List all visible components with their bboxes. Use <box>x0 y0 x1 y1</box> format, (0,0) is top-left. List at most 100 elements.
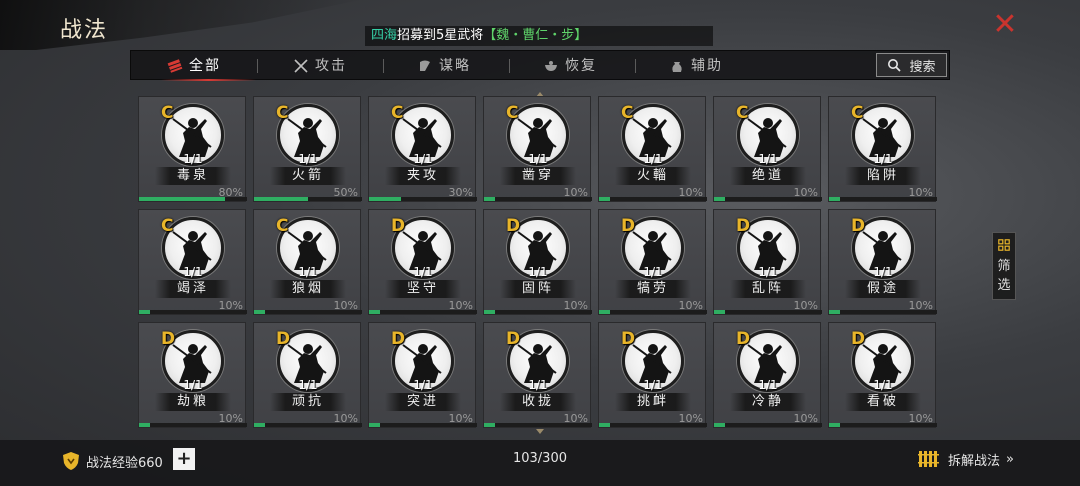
search-label: 搜索 <box>909 59 936 75</box>
skill-grade: C <box>621 103 634 123</box>
skill-grade: C <box>161 103 174 123</box>
skill-count-label: 1/1 <box>183 152 203 166</box>
skill-progress-fill <box>369 310 380 314</box>
skill-progress-fill <box>599 310 610 314</box>
skill-card[interactable]: C 1/1 夹攻 30% <box>368 96 477 202</box>
skill-progress-fill <box>829 197 840 201</box>
skill-progress-fill <box>484 423 495 427</box>
skill-card[interactable]: C 1/1 火輜 10% <box>598 96 707 202</box>
skill-card[interactable]: D 1/1 劫粮 10% <box>138 322 247 428</box>
skill-card[interactable]: C 1/1 凿穿 10% <box>483 96 592 202</box>
skill-card[interactable]: D 1/1 固阵 10% <box>483 209 592 315</box>
skill-name: 坚守 <box>385 280 461 298</box>
skill-grade: D <box>276 329 291 349</box>
skill-card[interactable]: D 1/1 乱阵 10% <box>713 209 822 315</box>
skill-count-label: 1/1 <box>873 152 893 166</box>
add-exp-button[interactable]: + <box>173 448 195 470</box>
skill-progress-fill <box>484 197 495 201</box>
skill-progress-fill <box>714 423 725 427</box>
tab-support[interactable]: 辅助 <box>669 51 723 81</box>
skill-card[interactable]: D 1/1 假途 10% <box>828 209 937 315</box>
tab-attack[interactable]: 攻击 <box>293 51 347 81</box>
brush-stroke-decoration <box>0 0 360 50</box>
skill-card[interactable]: D 1/1 突进 10% <box>368 322 477 428</box>
skill-card[interactable]: C 1/1 绝道 10% <box>713 96 822 202</box>
skill-card[interactable]: C 1/1 毒泉 80% <box>138 96 247 202</box>
skill-count-label: 1/1 <box>528 378 548 392</box>
skill-card[interactable]: C 1/1 竭泽 10% <box>138 209 247 315</box>
skill-count-label: 1/1 <box>873 378 893 392</box>
skill-progress-bar <box>714 197 822 201</box>
skill-progress-bar <box>139 310 247 314</box>
fan-icon <box>420 60 430 71</box>
skill-progress-bar <box>599 310 707 314</box>
skill-progress-fill <box>369 197 402 201</box>
tab-divider <box>635 59 636 73</box>
skill-count-label: 1/1 <box>758 378 778 392</box>
medicine-bowl-icon <box>545 61 557 71</box>
skill-grade: D <box>506 216 521 236</box>
skill-name: 犒劳 <box>615 280 691 298</box>
skill-count-label: 1/1 <box>528 152 548 166</box>
skill-count-label: 1/1 <box>298 152 318 166</box>
skill-progress-bar <box>829 310 937 314</box>
skill-card[interactable]: D 1/1 冷静 10% <box>713 322 822 428</box>
skill-progress-fill <box>599 423 610 427</box>
skill-grade: D <box>621 329 636 349</box>
skill-progress-fill <box>139 423 150 427</box>
marquee-hero: 【魏・曹仁・步】 <box>483 28 588 43</box>
tab-divider <box>509 59 510 73</box>
skill-grade: D <box>161 329 176 349</box>
skill-count-label: 1/1 <box>643 265 663 279</box>
skill-name: 冷静 <box>730 393 806 411</box>
skill-name: 火輜 <box>615 167 691 185</box>
skill-count-label: 1/1 <box>528 265 548 279</box>
skill-progress-fill <box>254 197 308 201</box>
skill-count-label: 1/1 <box>183 378 203 392</box>
skill-progress-fill <box>254 423 265 427</box>
tab-label: 全部 <box>189 58 221 74</box>
scroll-icon <box>167 59 183 73</box>
skill-name: 狼烟 <box>270 280 346 298</box>
tab-all[interactable]: 全部 <box>167 51 221 81</box>
skill-card[interactable]: C 1/1 火箭 50% <box>253 96 362 202</box>
skill-grade: D <box>391 329 406 349</box>
skill-card[interactable]: D 1/1 犒劳 10% <box>598 209 707 315</box>
skill-card[interactable]: D 1/1 收拢 10% <box>483 322 592 428</box>
tab-divider <box>383 59 384 73</box>
tab-label: 辅助 <box>691 58 723 74</box>
tab-strategy[interactable]: 谋略 <box>417 51 471 81</box>
tab-recovery[interactable]: 恢复 <box>543 51 597 81</box>
skill-card[interactable]: C 1/1 陷阱 10% <box>828 96 937 202</box>
tab-label: 恢复 <box>565 58 597 74</box>
close-button[interactable]: ✕ <box>990 10 1020 40</box>
skill-progress-bar <box>254 310 362 314</box>
skill-name: 固阵 <box>500 280 576 298</box>
skill-grade: D <box>851 329 866 349</box>
decompose-skills-button[interactable]: 拆解战法 » <box>918 448 1014 470</box>
filter-button[interactable]: 筛 选 <box>992 232 1016 300</box>
search-button[interactable]: 搜索 <box>876 53 947 77</box>
grid-icon <box>998 239 1010 251</box>
skill-card[interactable]: D 1/1 顽抗 10% <box>253 322 362 428</box>
filter-label-1: 筛 <box>997 259 1011 274</box>
skill-name: 绝道 <box>730 167 806 185</box>
skill-progress-bar <box>369 423 477 427</box>
skill-card[interactable]: D 1/1 坚守 10% <box>368 209 477 315</box>
skill-name: 劫粮 <box>155 393 231 411</box>
skill-card[interactable]: D 1/1 看破 10% <box>828 322 937 428</box>
skill-card[interactable]: C 1/1 狼烟 10% <box>253 209 362 315</box>
skill-card[interactable]: D 1/1 挑衅 10% <box>598 322 707 428</box>
skill-grade: C <box>161 216 174 236</box>
scroll-down-icon <box>536 429 544 434</box>
skill-count-label: 1/1 <box>758 265 778 279</box>
skill-grade: D <box>736 329 751 349</box>
skill-name: 陷阱 <box>845 167 921 185</box>
skill-progress-fill <box>829 423 840 427</box>
skill-grade: D <box>621 216 636 236</box>
double-chevron-right-icon: » <box>1006 451 1014 467</box>
tab-label: 攻击 <box>315 58 347 74</box>
decompose-label: 拆解战法 <box>948 453 1001 469</box>
skill-progress-fill <box>139 197 226 201</box>
skill-count-label: 1/1 <box>873 265 893 279</box>
